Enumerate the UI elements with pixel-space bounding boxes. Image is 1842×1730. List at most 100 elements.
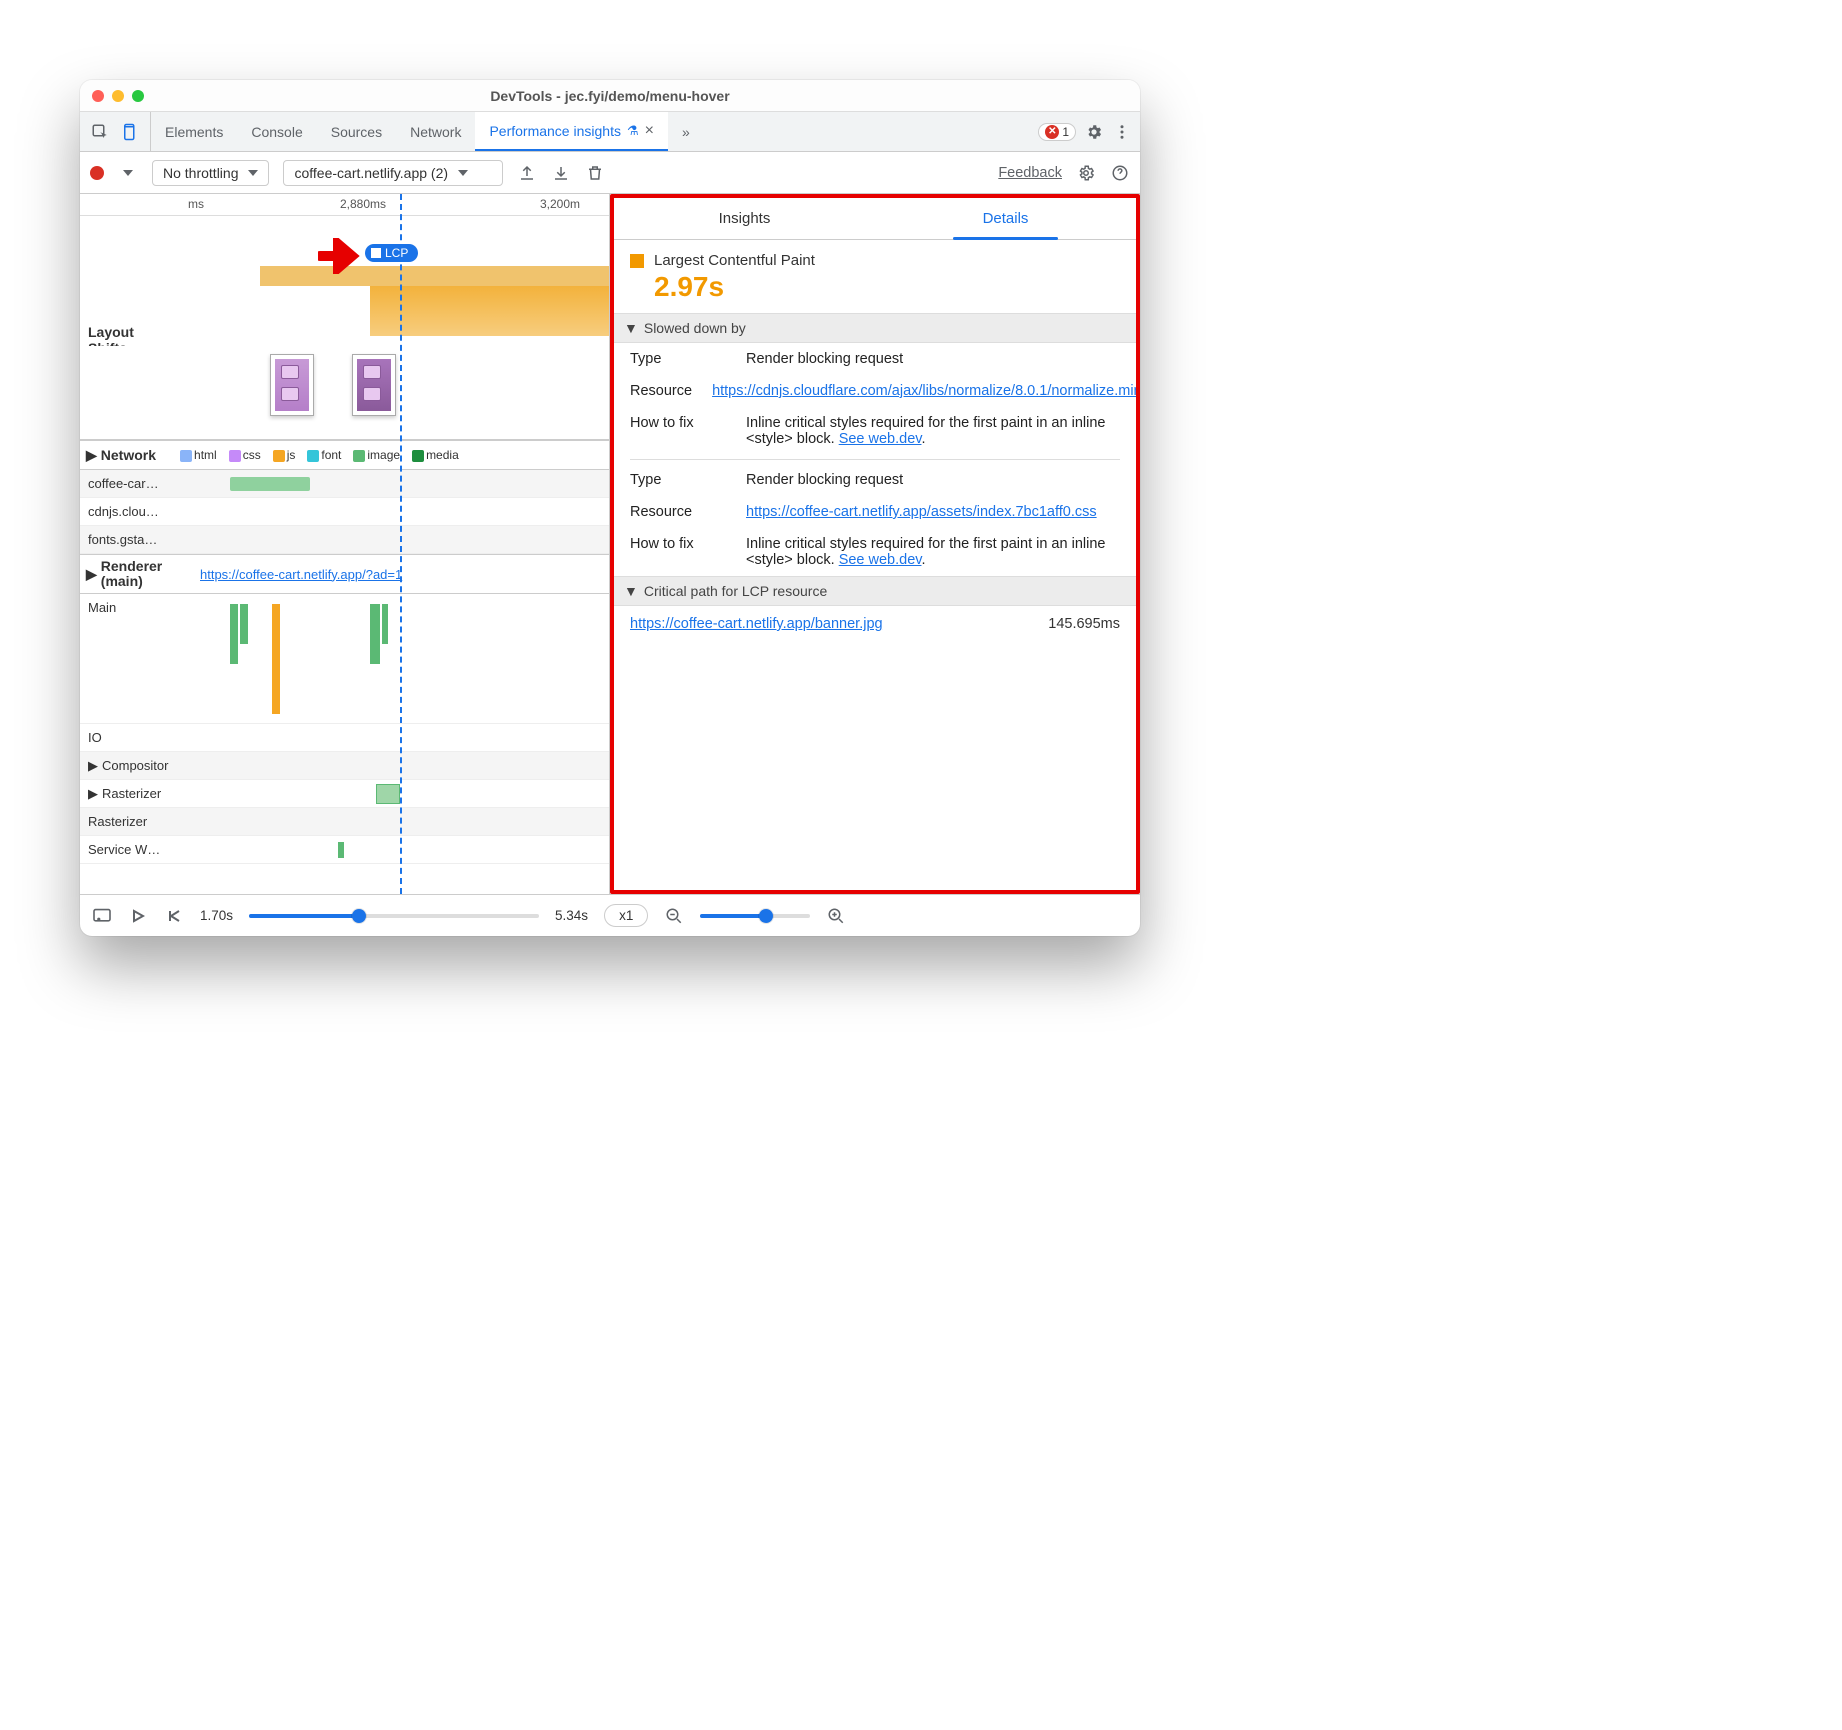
- task-bar: [382, 604, 388, 644]
- network-row[interactable]: cdnjs.clou…: [80, 498, 609, 526]
- profile-select[interactable]: coffee-cart.netlify.app (2): [283, 160, 503, 186]
- record-button[interactable]: [90, 166, 104, 180]
- task-bar: [240, 604, 248, 644]
- help-icon[interactable]: [1110, 163, 1130, 183]
- kv-row: Resourcehttps://coffee-cart.netlify.app/…: [614, 496, 1136, 528]
- flask-icon: ⚗: [627, 123, 639, 139]
- kv-row: TypeRender blocking request: [614, 464, 1136, 496]
- tab-details[interactable]: Details: [875, 198, 1136, 239]
- zoom-level[interactable]: x1: [604, 904, 648, 927]
- annotation-arrow-icon: [318, 238, 364, 274]
- play-icon[interactable]: [128, 906, 148, 926]
- lcp-resource-time: 145.695ms: [1048, 616, 1120, 632]
- task-bar: [376, 784, 400, 804]
- rasterizer-row[interactable]: ▶Rasterizer: [80, 780, 609, 808]
- request-bar[interactable]: [230, 477, 310, 491]
- feedback-link[interactable]: Feedback: [998, 165, 1062, 181]
- resource-link[interactable]: https://cdnjs.cloudflare.com/ajax/libs/n…: [712, 383, 1140, 399]
- zoom-in-icon[interactable]: [826, 906, 846, 926]
- webdev-link[interactable]: See web.dev: [839, 552, 922, 568]
- device-toolbar-icon[interactable]: [120, 122, 140, 142]
- kv-row: Resourcehttps://cdnjs.cloudflare.com/aja…: [614, 375, 1136, 407]
- zoom-slider[interactable]: [700, 914, 810, 918]
- toolbar-right-icons: ✕ 1: [1030, 112, 1140, 151]
- close-tab-icon[interactable]: ×: [645, 122, 654, 140]
- throttling-select[interactable]: No throttling: [152, 160, 269, 186]
- service-worker-row[interactable]: Service W…: [80, 836, 609, 864]
- playback-footer: 1.70s 5.34s x1: [80, 894, 1140, 936]
- tab-label: Insights: [719, 210, 771, 227]
- kebab-menu-icon[interactable]: [1112, 122, 1132, 142]
- divider: [630, 459, 1120, 460]
- network-row-label: coffee-car…: [88, 476, 159, 491]
- inspect-toggle-group: [80, 112, 151, 151]
- tab-label: Elements: [165, 124, 223, 140]
- trash-icon[interactable]: [585, 163, 605, 183]
- webdev-link[interactable]: See web.dev: [839, 431, 922, 447]
- layout-shift-thumb[interactable]: [352, 354, 396, 416]
- screenshot-toggle-icon[interactable]: [92, 906, 112, 926]
- tab-insights[interactable]: Insights: [614, 198, 875, 239]
- kv-value: Render blocking request: [746, 472, 1120, 488]
- tab-network[interactable]: Network: [396, 112, 475, 151]
- rasterizer-label: Rasterizer: [102, 786, 161, 801]
- inspect-element-icon[interactable]: [90, 122, 110, 142]
- tab-label: Sources: [331, 124, 382, 140]
- gear-icon[interactable]: [1084, 122, 1104, 142]
- devtools-window: DevTools - jec.fyi/demo/menu-hover Eleme…: [80, 80, 1140, 936]
- overview-flame[interactable]: LCP LayoutShifts: [80, 216, 609, 346]
- kv-key: How to fix: [630, 415, 726, 447]
- gear-icon[interactable]: [1076, 163, 1096, 183]
- caret-right-icon: ▶: [86, 447, 97, 464]
- network-track-header[interactable]: ▶ Network html css js font image media: [80, 440, 609, 470]
- download-icon[interactable]: [551, 163, 571, 183]
- skip-back-icon[interactable]: [164, 906, 184, 926]
- time-ruler[interactable]: ms 2,880ms 3,200m: [80, 194, 609, 216]
- kv-row: TypeRender blocking request: [614, 343, 1136, 375]
- fix-text: .: [921, 552, 925, 568]
- record-dropdown-icon[interactable]: [118, 163, 138, 183]
- lcp-resource-link[interactable]: https://coffee-cart.netlify.app/banner.j…: [630, 616, 883, 632]
- tick-label: 3,200m: [540, 197, 580, 211]
- io-label: IO: [88, 730, 102, 745]
- network-row[interactable]: coffee-car…: [80, 470, 609, 498]
- rasterizer-label: Rasterizer: [88, 814, 147, 829]
- caret-right-icon: ▶: [88, 758, 98, 774]
- main-thread-row[interactable]: Main: [80, 594, 609, 724]
- tab-sources[interactable]: Sources: [317, 112, 396, 151]
- upload-icon[interactable]: [517, 163, 537, 183]
- zoom-out-icon[interactable]: [664, 906, 684, 926]
- details-pane: Insights Details Largest Contentful Pain…: [610, 194, 1140, 894]
- caret-down-icon: ▼: [624, 583, 638, 599]
- critical-path-header[interactable]: ▼ Critical path for LCP resource: [614, 576, 1136, 606]
- resource-link[interactable]: https://coffee-cart.netlify.app/assets/i…: [746, 504, 1097, 520]
- lcp-summary: Largest Contentful Paint 2.97s: [614, 240, 1136, 313]
- compositor-row[interactable]: ▶Compositor: [80, 752, 609, 780]
- tick-label: 2,880ms: [340, 197, 386, 211]
- slowed-down-header[interactable]: ▼ Slowed down by: [614, 313, 1136, 343]
- caret-right-icon: ▶: [86, 566, 97, 583]
- legend-image: image: [367, 448, 400, 462]
- kv-value: Render blocking request: [746, 351, 1120, 367]
- renderer-url[interactable]: https://coffee-cart.netlify.app/?ad=1: [200, 567, 402, 582]
- network-row[interactable]: fonts.gsta…: [80, 526, 609, 554]
- error-badge[interactable]: ✕ 1: [1038, 123, 1076, 141]
- renderer-title: Renderer(main): [101, 559, 162, 590]
- tabs-overflow[interactable]: »: [668, 112, 704, 151]
- rasterizer-row[interactable]: Rasterizer: [80, 808, 609, 836]
- legend-js: js: [287, 448, 296, 462]
- lcp-chip[interactable]: LCP: [365, 244, 418, 262]
- fix-text: Inline critical styles required for the …: [746, 415, 1105, 447]
- io-row[interactable]: IO: [80, 724, 609, 752]
- legend-html: html: [194, 448, 217, 462]
- tab-elements[interactable]: Elements: [151, 112, 237, 151]
- task-bar: [230, 604, 238, 664]
- layout-shift-thumb[interactable]: [270, 354, 314, 416]
- chevron-down-icon: [458, 168, 468, 178]
- tab-performance-insights[interactable]: Performance insights ⚗ ×: [475, 112, 668, 151]
- panel-tabs-row: Elements Console Sources Network Perform…: [80, 112, 1140, 152]
- time-scrubber[interactable]: [249, 914, 539, 918]
- scrubber-end-time: 5.34s: [555, 908, 588, 923]
- renderer-track-header[interactable]: ▶ Renderer(main) https://coffee-cart.net…: [80, 554, 609, 594]
- tab-console[interactable]: Console: [237, 112, 316, 151]
